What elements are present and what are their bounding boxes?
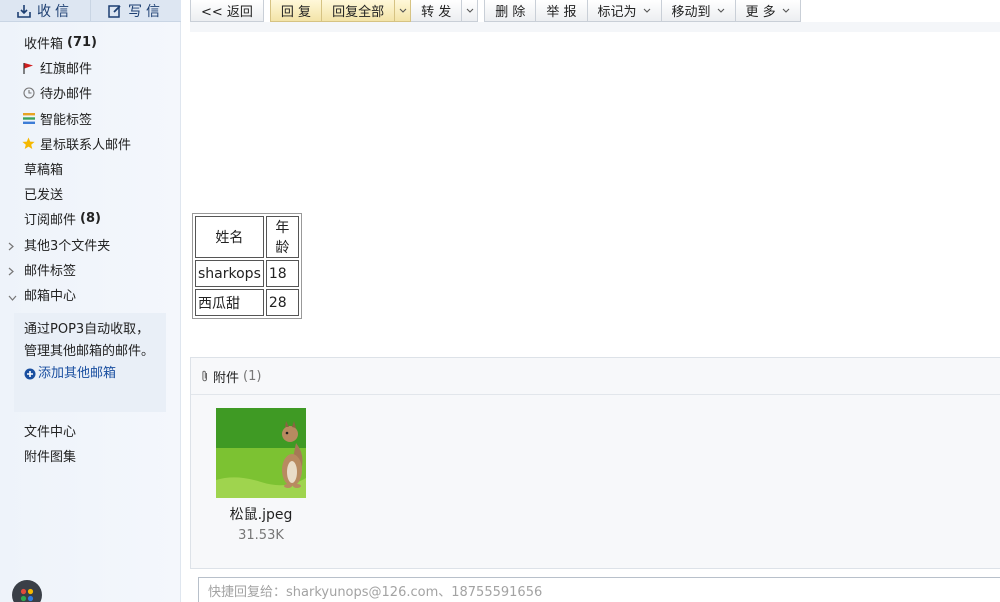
table-header-cell: 姓名 [195,216,264,258]
sidebar-item-label: 文件中心 [24,425,77,441]
plus-circle-icon [24,368,36,380]
pop3-description: 通过POP3自动收取，管理其他邮箱的邮件。 [24,322,155,359]
inbox-download-icon [17,4,31,18]
sidebar-item-label: 智能标签 [40,112,93,128]
extra-list: 文件中心 附件图集 [0,418,181,468]
table-row: sharkops 18 [195,260,299,287]
report-button[interactable]: 举 报 [536,0,588,22]
toolbar-shadow [190,22,1000,32]
sidebar-item-label: 邮箱中心 [24,288,77,304]
sidebar-item-drafts[interactable]: 草稿箱 [0,156,181,181]
attachments-count: (1) [243,368,262,384]
reply-all-button[interactable]: 回复全部 [322,0,396,22]
quick-reply-input[interactable] [198,577,1000,602]
sidebar-item-flagged[interactable]: 红旗邮件 [0,55,181,80]
mark-as-label: 标记为 [597,5,637,20]
sidebar-item-file-center[interactable]: 文件中心 [0,418,181,443]
table-header-row: 姓名 年龄 [195,216,299,258]
mail-toolbar: << 返回 回 复 回复全部 转 发 删 除 举 报 标记为 移动到 更 多 [190,0,801,22]
sidebar-top-buttons: 收信 写信 [0,0,181,22]
move-to-button[interactable]: 移动到 [661,0,736,22]
compose-button[interactable]: 写信 [91,0,181,22]
move-to-label: 移动到 [671,5,711,20]
sidebar-item-starred[interactable]: 星标联系人邮件 [0,131,181,156]
table-cell: sharkops [195,260,264,287]
paperclip-icon [202,370,207,382]
receive-label: 收信 [37,3,73,20]
sidebar: 收信 写信 收件箱 (71) 红旗邮件 待办邮件 智能标签 星标联系人邮件 草稿… [0,0,181,602]
attachment-filename[interactable]: 松鼠.jpeg [191,504,331,524]
chevron-down-icon [717,8,724,13]
back-button[interactable]: << 返回 [190,0,264,22]
chevron-right-icon [8,265,14,280]
sidebar-item-label: 附件图集 [24,450,77,466]
sidebar-item-other-folders[interactable]: 其他3个文件夹 [0,232,181,257]
sidebar-item-label: 红旗邮件 [40,62,93,78]
chevron-down-icon [466,8,474,13]
sidebar-item-label: 邮件标签 [24,263,77,279]
delete-button[interactable]: 删 除 [484,0,537,22]
sidebar-item-mail-center[interactable]: 邮箱中心 [0,282,181,307]
app-launcher-icon[interactable] [12,580,42,602]
receive-button[interactable]: 收信 [0,0,91,22]
sidebar-item-label: 星标联系人邮件 [40,137,132,153]
sidebar-item-mail-tags[interactable]: 邮件标签 [0,257,181,282]
mail-body-table: 姓名 年龄 sharkops 18 西瓜甜 28 [192,213,302,319]
edit-icon [108,4,121,18]
mark-as-button[interactable]: 标记为 [587,0,662,22]
forward-dropdown[interactable] [462,0,479,22]
more-button[interactable]: 更 多 [735,0,801,22]
clock-icon [22,86,35,99]
chevron-right-icon [8,240,14,255]
attachments-header: 附件 (1) [191,358,1000,395]
table-row: 西瓜甜 28 [195,289,299,316]
sidebar-item-subscriptions[interactable]: 订阅邮件 (8) [0,206,181,231]
reply-dropdown[interactable] [395,0,412,22]
sidebar-item-label: 订阅邮件 [24,213,77,229]
table-cell: 西瓜甜 [195,289,264,316]
sidebar-item-todo[interactable]: 待办邮件 [0,80,181,105]
chevron-down-icon [8,290,17,305]
star-icon [22,137,35,150]
sidebar-item-label: 草稿箱 [24,163,64,179]
table-header-cell: 年龄 [265,216,299,258]
pop3-panel: 通过POP3自动收取，管理其他邮箱的邮件。 添加其他邮箱 [14,313,166,412]
attachment-thumbnail[interactable] [216,408,306,498]
sidebar-item-label: 收件箱 [24,37,64,53]
reply-button[interactable]: 回 复 [269,0,323,22]
table-cell: 28 [265,289,299,316]
compose-label: 写信 [128,3,164,20]
sidebar-item-inbox[interactable]: 收件箱 (71) [0,30,181,55]
chevron-down-icon [399,8,406,13]
chevron-down-icon [643,8,650,13]
red-flag-icon [22,61,35,74]
inbox-count: (71) [67,35,97,51]
tags-icon [22,112,35,125]
table-cell: 18 [265,260,299,287]
subscription-count: (8) [80,211,101,227]
squirrel-image [216,408,306,498]
more-label: 更 多 [745,5,776,20]
sidebar-item-sent[interactable]: 已发送 [0,181,181,206]
add-mailbox-label: 添加其他邮箱 [38,366,117,381]
folder-list: 收件箱 (71) 红旗邮件 待办邮件 智能标签 星标联系人邮件 草稿箱 已发送 … [0,30,181,307]
sidebar-item-label: 待办邮件 [40,87,93,103]
sidebar-item-label: 其他3个文件夹 [24,238,111,254]
attachment-filesize: 31.53K [238,528,284,543]
sidebar-item-attachment-gallery[interactable]: 附件图集 [0,443,181,468]
attachments-title: 附件 [213,370,240,386]
sidebar-item-smart-tags[interactable]: 智能标签 [0,106,181,131]
attachments-panel: 附件 (1) 松鼠.jpeg 31.53K [190,357,1000,569]
chevron-down-icon [782,8,790,13]
add-mailbox-link[interactable]: 添加其他邮箱 [24,363,156,385]
sidebar-item-label: 已发送 [24,188,64,204]
forward-button[interactable]: 转 发 [411,0,463,22]
